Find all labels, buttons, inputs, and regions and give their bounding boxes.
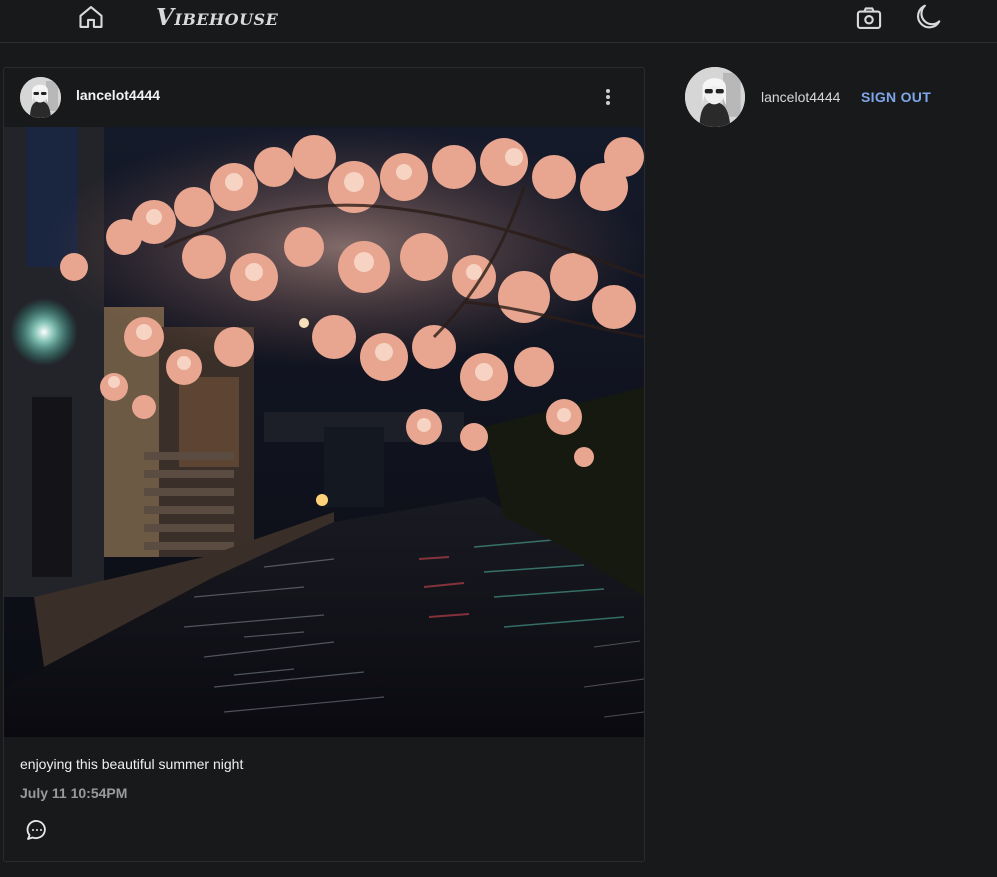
camera-icon[interactable]	[855, 4, 883, 32]
brand-logo[interactable]: Vibehouse	[156, 4, 278, 31]
top-bar: Vibehouse	[0, 0, 997, 43]
sign-out-button[interactable]: SIGN OUT	[861, 89, 931, 105]
sidebar-avatar[interactable]	[685, 67, 745, 127]
more-vertical-icon[interactable]	[598, 86, 618, 108]
post-timestamp: July 11 10:54PM	[20, 785, 128, 801]
sidebar-username: lancelot4444	[761, 89, 841, 105]
post-photo[interactable]	[4, 127, 644, 737]
post-username[interactable]: lancelot4444	[76, 87, 160, 103]
moon-icon[interactable]	[913, 2, 943, 32]
home-icon[interactable]	[77, 3, 105, 31]
comment-icon[interactable]	[25, 818, 49, 842]
post-caption: enjoying this beautiful summer night	[20, 756, 244, 772]
avatar[interactable]	[20, 77, 61, 118]
post-card: lancelot4444 enjoying this beautiful sum…	[3, 67, 645, 862]
